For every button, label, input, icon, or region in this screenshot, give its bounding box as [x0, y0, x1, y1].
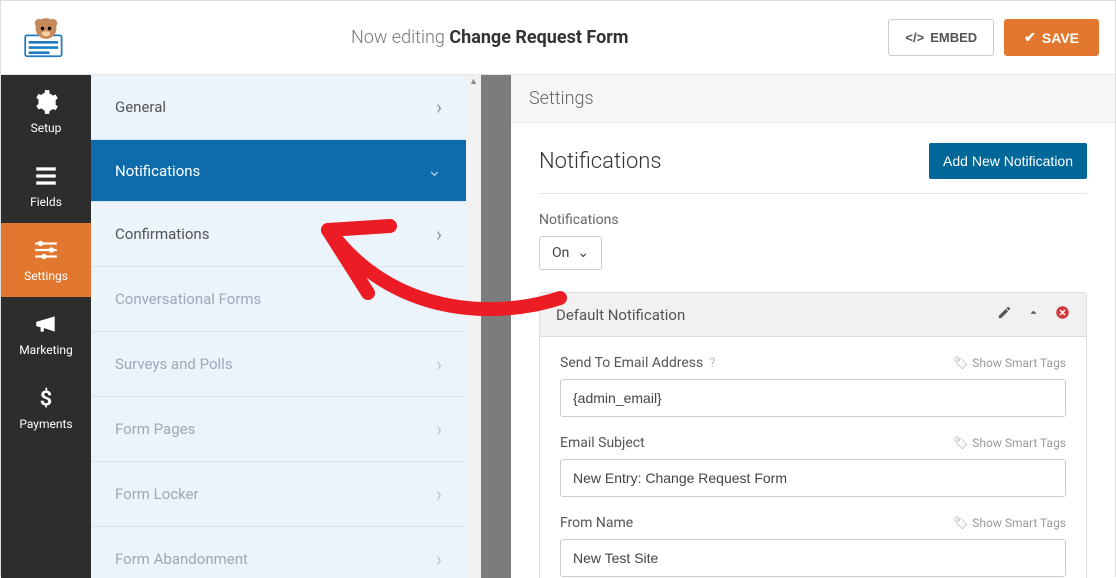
scrollbar-up-icon: ▲: [466, 75, 481, 87]
editing-prefix: Now editing: [351, 27, 445, 48]
preview-header: Settings: [511, 75, 1115, 123]
nav-payments[interactable]: $ Payments: [1, 371, 91, 445]
nav-marketing-label: Marketing: [19, 343, 73, 357]
column-divider: [481, 75, 511, 578]
check-icon: ✔: [1024, 29, 1036, 46]
nav-setup[interactable]: Setup: [1, 75, 91, 149]
sidebar-item-label: Surveys and Polls: [115, 355, 233, 373]
nav-settings-label: Settings: [24, 269, 68, 283]
subject-label: Email Subject: [560, 435, 645, 451]
nav-settings[interactable]: Settings: [1, 223, 91, 297]
tag-icon: 🏷: [953, 516, 968, 530]
edit-icon[interactable]: [997, 305, 1012, 324]
nav-fields[interactable]: Fields: [1, 149, 91, 223]
tag-icon: 🏷: [953, 436, 968, 450]
section-title: Notifications: [539, 149, 662, 174]
embed-button[interactable]: </> EMBED: [888, 19, 994, 56]
sidebar-item-surveys-polls[interactable]: Surveys and Polls: [91, 332, 466, 397]
sidebar-item-label: Form Pages: [115, 420, 195, 438]
send-to-label: Send To Email Address: [560, 355, 703, 371]
chevron-right-icon: [436, 417, 442, 441]
bullhorn-icon: [33, 311, 59, 337]
sidebar-item-confirmations[interactable]: Confirmations: [91, 202, 466, 267]
from-name-label: From Name: [560, 515, 633, 531]
chevron-right-icon: [436, 547, 442, 571]
chevron-right-icon: [436, 352, 442, 376]
sidebar-item-label: Form Abandonment: [115, 550, 248, 568]
help-icon[interactable]: ?: [709, 356, 715, 371]
add-notification-button[interactable]: Add New Notification: [929, 143, 1087, 179]
send-to-input[interactable]: [560, 379, 1066, 417]
notification-card-title: Default Notification: [556, 306, 685, 324]
sidebar-item-label: Form Locker: [115, 485, 199, 503]
show-smart-tags-link[interactable]: 🏷 Show Smart Tags: [953, 436, 1066, 450]
sidebar-item-general[interactable]: General: [91, 75, 466, 140]
sidebar-item-label: General: [115, 98, 166, 116]
nav-setup-label: Setup: [31, 121, 62, 135]
left-nav: Setup Fields Settings Marketing $ Paymen…: [1, 75, 91, 578]
sidebar-item-form-pages[interactable]: Form Pages: [91, 397, 466, 462]
show-smart-tags-link[interactable]: 🏷 Show Smart Tags: [953, 356, 1066, 370]
chevron-right-icon: [436, 287, 442, 311]
sidebar-item-label: Notifications: [115, 162, 200, 180]
gear-icon: [33, 89, 59, 115]
code-icon: </>: [905, 30, 924, 45]
dollar-icon: $: [33, 385, 59, 411]
notification-card-header: Default Notification: [540, 293, 1086, 337]
sliders-icon: [33, 237, 59, 263]
sidebar-item-form-locker[interactable]: Form Locker: [91, 462, 466, 527]
chevron-right-icon: [436, 95, 442, 119]
show-smart-tags-link[interactable]: 🏷 Show Smart Tags: [953, 516, 1066, 530]
topbar-actions: </> EMBED ✔ SAVE: [888, 19, 1115, 56]
notifications-toggle-value: On: [552, 245, 569, 261]
from-name-input[interactable]: [560, 539, 1066, 577]
sidebar-item-notifications[interactable]: Notifications: [91, 140, 466, 202]
sidebar-item-conversational-forms[interactable]: Conversational Forms: [91, 267, 466, 332]
nav-marketing[interactable]: Marketing: [1, 297, 91, 371]
delete-icon[interactable]: [1055, 305, 1070, 324]
subject-input[interactable]: [560, 459, 1066, 497]
scrollbar[interactable]: ▲: [466, 75, 481, 578]
collapse-icon[interactable]: [1026, 305, 1041, 324]
notification-card: Default Notification: [539, 292, 1087, 578]
page-title: Now editing Change Request Form: [91, 27, 888, 48]
sidebar-item-form-abandonment[interactable]: Form Abandonment: [91, 527, 466, 578]
list-icon: [33, 163, 59, 189]
save-button[interactable]: ✔ SAVE: [1004, 19, 1099, 56]
notifications-toggle-select[interactable]: On ⌄: [539, 236, 602, 270]
chevron-down-icon: ⌄: [577, 245, 589, 261]
preview-header-title: Settings: [529, 88, 594, 109]
tag-icon: 🏷: [953, 356, 968, 370]
form-name: Change Request Form: [449, 27, 628, 48]
app-logo: [1, 1, 91, 74]
nav-payments-label: Payments: [19, 417, 72, 431]
preview-panel: Settings Notifications Add New Notificat…: [511, 75, 1115, 578]
settings-sidebar: General Notifications Confirmations Conv…: [91, 75, 481, 578]
nav-fields-label: Fields: [30, 195, 62, 209]
chevron-right-icon: [436, 222, 442, 246]
chevron-down-icon: [427, 160, 442, 181]
topbar: Now editing Change Request Form </> EMBE…: [1, 1, 1115, 75]
sidebar-item-label: Confirmations: [115, 225, 209, 243]
chevron-right-icon: [436, 482, 442, 506]
svg-text:$: $: [40, 387, 52, 411]
sidebar-item-label: Conversational Forms: [115, 290, 261, 308]
notifications-toggle-label: Notifications: [539, 212, 1087, 228]
